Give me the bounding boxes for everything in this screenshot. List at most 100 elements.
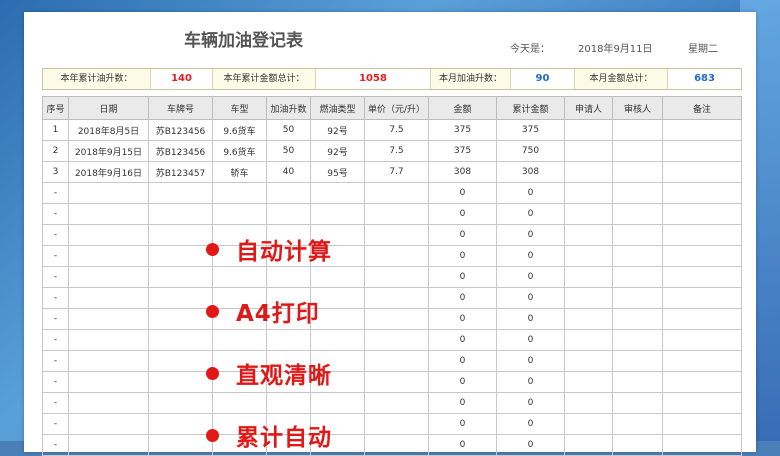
summary-value-month-liters[interactable]: 90 bbox=[511, 69, 575, 89]
table-cell[interactable] bbox=[148, 266, 213, 288]
table-cell[interactable] bbox=[68, 434, 149, 456]
table-cell[interactable] bbox=[148, 245, 213, 267]
table-cell[interactable]: 0 bbox=[496, 287, 565, 309]
table-cell[interactable]: 苏B123456 bbox=[148, 140, 213, 162]
table-cell[interactable] bbox=[564, 392, 613, 414]
table-cell[interactable] bbox=[364, 308, 429, 330]
table-cell[interactable] bbox=[564, 329, 613, 351]
table-cell[interactable]: 0 bbox=[428, 203, 497, 225]
table-cell[interactable] bbox=[266, 392, 311, 414]
table-cell[interactable]: 40 bbox=[266, 161, 311, 183]
table-cell[interactable] bbox=[148, 329, 213, 351]
table-cell[interactable] bbox=[68, 266, 149, 288]
table-cell[interactable] bbox=[564, 308, 613, 330]
table-cell[interactable]: 0 bbox=[496, 308, 565, 330]
table-cell[interactable] bbox=[266, 329, 311, 351]
table-cell[interactable] bbox=[148, 413, 213, 435]
table-cell[interactable] bbox=[564, 245, 613, 267]
table-cell[interactable] bbox=[364, 329, 429, 351]
column-header[interactable]: 审核人 bbox=[612, 96, 663, 120]
table-cell[interactable] bbox=[564, 413, 613, 435]
table-cell[interactable]: 0 bbox=[428, 224, 497, 246]
table-cell[interactable] bbox=[148, 182, 213, 204]
table-cell[interactable]: 9.6货车 bbox=[212, 119, 267, 141]
table-cell[interactable]: 0 bbox=[496, 392, 565, 414]
table-cell[interactable] bbox=[564, 203, 613, 225]
summary-value-month-amount[interactable]: 683 bbox=[668, 69, 741, 89]
table-cell[interactable] bbox=[612, 266, 663, 288]
weekday[interactable]: 星期二 bbox=[688, 40, 718, 55]
table-cell[interactable] bbox=[564, 140, 613, 162]
table-cell[interactable] bbox=[662, 434, 742, 456]
table-cell[interactable] bbox=[364, 413, 429, 435]
table-cell[interactable] bbox=[612, 413, 663, 435]
table-cell[interactable] bbox=[68, 413, 149, 435]
table-cell[interactable] bbox=[148, 392, 213, 414]
table-cell[interactable] bbox=[662, 371, 742, 393]
table-cell[interactable]: 0 bbox=[428, 266, 497, 288]
column-header[interactable]: 单价（元/升） bbox=[364, 96, 429, 120]
today-date[interactable]: 2018年9月11日 bbox=[578, 40, 653, 55]
table-cell[interactable]: - bbox=[42, 329, 69, 351]
table-cell[interactable] bbox=[364, 203, 429, 225]
column-header[interactable]: 车型 bbox=[212, 96, 267, 120]
table-cell[interactable]: 375 bbox=[496, 119, 565, 141]
table-cell[interactable] bbox=[266, 182, 311, 204]
column-header[interactable]: 金额 bbox=[428, 96, 497, 120]
table-cell[interactable] bbox=[364, 350, 429, 372]
table-cell[interactable] bbox=[662, 161, 742, 183]
table-cell[interactable]: 92号 bbox=[310, 119, 365, 141]
table-cell[interactable] bbox=[662, 287, 742, 309]
table-cell[interactable] bbox=[310, 182, 365, 204]
table-cell[interactable]: - bbox=[42, 350, 69, 372]
table-cell[interactable] bbox=[564, 161, 613, 183]
table-cell[interactable] bbox=[662, 140, 742, 162]
table-cell[interactable] bbox=[212, 182, 267, 204]
table-cell[interactable] bbox=[612, 182, 663, 204]
table-cell[interactable]: 0 bbox=[496, 329, 565, 351]
summary-value-year-liters[interactable]: 140 bbox=[151, 69, 213, 89]
table-cell[interactable] bbox=[612, 392, 663, 414]
table-cell[interactable] bbox=[310, 329, 365, 351]
table-cell[interactable]: 1 bbox=[42, 119, 69, 141]
table-cell[interactable]: - bbox=[42, 392, 69, 414]
table-cell[interactable] bbox=[564, 287, 613, 309]
table-cell[interactable] bbox=[612, 350, 663, 372]
table-cell[interactable] bbox=[364, 287, 429, 309]
table-cell[interactable] bbox=[564, 119, 613, 141]
table-cell[interactable]: 0 bbox=[496, 434, 565, 456]
table-cell[interactable] bbox=[662, 203, 742, 225]
column-header[interactable]: 燃油类型 bbox=[310, 96, 365, 120]
table-cell[interactable]: 2018年8月5日 bbox=[68, 119, 149, 141]
table-cell[interactable] bbox=[612, 140, 663, 162]
table-cell[interactable] bbox=[364, 371, 429, 393]
table-cell[interactable] bbox=[68, 308, 149, 330]
column-header[interactable]: 日期 bbox=[68, 96, 149, 120]
table-cell[interactable] bbox=[212, 203, 267, 225]
table-cell[interactable]: 0 bbox=[428, 329, 497, 351]
table-cell[interactable] bbox=[612, 224, 663, 246]
table-cell[interactable]: 0 bbox=[496, 371, 565, 393]
column-header[interactable]: 序号 bbox=[42, 96, 69, 120]
table-cell[interactable] bbox=[612, 287, 663, 309]
table-cell[interactable] bbox=[564, 224, 613, 246]
table-cell[interactable] bbox=[212, 329, 267, 351]
table-cell[interactable]: - bbox=[42, 371, 69, 393]
table-cell[interactable] bbox=[612, 245, 663, 267]
table-cell[interactable] bbox=[612, 308, 663, 330]
table-cell[interactable]: - bbox=[42, 182, 69, 204]
table-cell[interactable]: 308 bbox=[428, 161, 497, 183]
table-cell[interactable] bbox=[662, 350, 742, 372]
table-cell[interactable] bbox=[310, 392, 365, 414]
table-cell[interactable] bbox=[68, 287, 149, 309]
table-cell[interactable] bbox=[364, 245, 429, 267]
table-cell[interactable] bbox=[662, 245, 742, 267]
table-cell[interactable]: 308 bbox=[496, 161, 565, 183]
table-cell[interactable]: 92号 bbox=[310, 140, 365, 162]
table-cell[interactable]: - bbox=[42, 308, 69, 330]
table-cell[interactable]: 0 bbox=[428, 245, 497, 267]
table-cell[interactable]: 0 bbox=[496, 245, 565, 267]
table-cell[interactable] bbox=[662, 308, 742, 330]
table-cell[interactable] bbox=[68, 203, 149, 225]
table-cell[interactable]: 375 bbox=[428, 140, 497, 162]
